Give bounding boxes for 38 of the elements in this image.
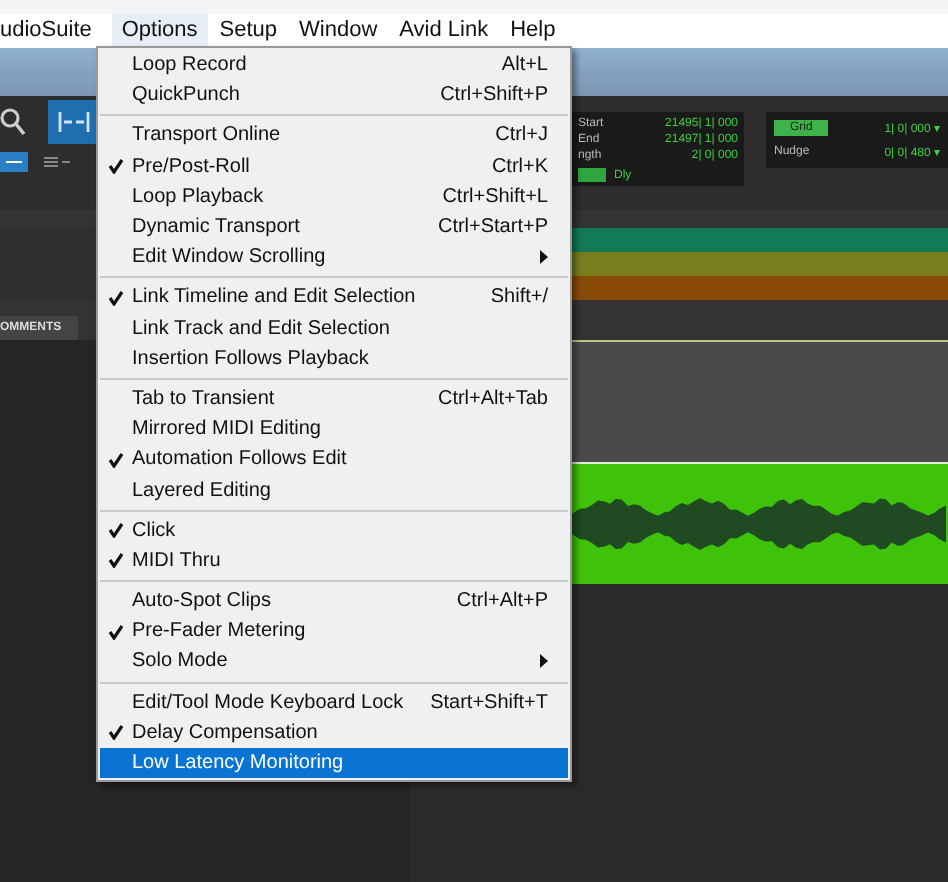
menu-item[interactable]: Link Track and Edit Selection bbox=[100, 313, 568, 344]
checkmark-icon bbox=[108, 724, 124, 741]
menu-item[interactable]: Pre-Fader Metering bbox=[100, 616, 568, 647]
menu-item[interactable]: Loop Record Alt+L bbox=[100, 50, 568, 81]
checkmark-icon bbox=[108, 623, 124, 640]
menu-item[interactable]: Delay Compensation bbox=[100, 717, 568, 748]
menu-item[interactable]: MIDI Thru bbox=[100, 545, 568, 576]
menu-item[interactable]: Edit/Tool Mode Keyboard Lock Start+Shift+T bbox=[100, 687, 568, 718]
menu-item[interactable]: Dynamic Transport Ctrl+Start+P bbox=[100, 211, 568, 243]
menu-item[interactable]: Edit Window Scrolling bbox=[100, 242, 568, 273]
menu-item[interactable]: Click bbox=[100, 515, 568, 546]
menu-item[interactable]: Insertion Follows Playback bbox=[100, 343, 568, 374]
submenu-arrow-icon bbox=[540, 654, 548, 669]
menu-bar-item[interactable]: Help bbox=[500, 14, 566, 48]
menu-item[interactable]: Mirrored MIDI Editing bbox=[100, 414, 568, 445]
menu-bar-item[interactable]: Options bbox=[111, 14, 208, 48]
menu-item[interactable]: Loop Playback Ctrl+Shift+L bbox=[100, 181, 568, 212]
menu-bar-item[interactable]: Setup bbox=[209, 14, 288, 48]
menu-item[interactable]: Pre/Post-Roll Ctrl+K bbox=[100, 151, 568, 182]
grid-icon[interactable] bbox=[40, 152, 72, 172]
trim-tool-icon[interactable] bbox=[48, 100, 100, 144]
menu-bar-item[interactable]: udioSuite bbox=[0, 14, 102, 48]
menu-item[interactable]: Layered Editing bbox=[100, 474, 568, 506]
menu-item[interactable]: Link Timeline and Edit Selection Shift+/ bbox=[100, 282, 568, 313]
menu-item[interactable]: Transport Online Ctrl+J bbox=[100, 120, 568, 152]
menu-item[interactable]: Low Latency Monitoring bbox=[100, 747, 568, 779]
search-icon[interactable] bbox=[0, 106, 28, 138]
menu-bar-item[interactable]: Window bbox=[289, 14, 388, 48]
menu-item[interactable]: QuickPunch Ctrl+Shift+P bbox=[100, 80, 568, 111]
menu-bar-item[interactable]: Avid Link bbox=[389, 14, 499, 48]
checkmark-icon bbox=[108, 289, 124, 306]
menu-item[interactable]: Solo Mode bbox=[100, 646, 568, 678]
menu-item[interactable]: Auto-Spot Clips Ctrl+Alt+P bbox=[100, 586, 568, 617]
submenu-arrow-icon bbox=[540, 250, 548, 265]
menu-item[interactable]: Automation Follows Edit bbox=[100, 444, 568, 475]
menu-item[interactable]: Tab to Transient Ctrl+Alt+Tab bbox=[100, 383, 568, 415]
checkmark-icon bbox=[108, 158, 124, 175]
checkmark-icon bbox=[108, 451, 124, 468]
